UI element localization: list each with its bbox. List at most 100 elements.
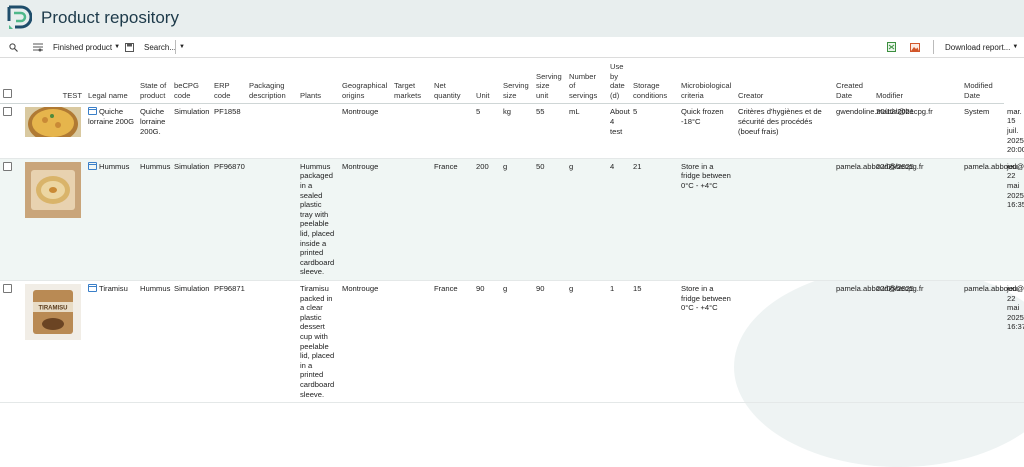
quiche-image[interactable]	[22, 104, 85, 158]
net-qty-cell: 200	[476, 161, 489, 171]
select-all-header[interactable]	[0, 60, 22, 105]
markets-cell: France	[434, 283, 458, 293]
becpg-logo[interactable]	[6, 4, 32, 32]
toolbar-separator	[175, 40, 176, 54]
row-checkbox[interactable]	[3, 283, 12, 293]
servings-cell: 4	[610, 161, 615, 171]
storage-cell: Quick frozen -18°C	[681, 107, 724, 126]
serving-cell: 90	[536, 283, 545, 293]
tiramisu-image[interactable]: TIRAMISU	[22, 280, 85, 402]
column-header[interactable]: Target markets	[391, 60, 431, 105]
unit-cell: g	[503, 161, 508, 171]
plants-cell: Montrouge	[342, 107, 379, 117]
column-header[interactable]: Use by date (d)	[607, 60, 630, 105]
code-cell: PF96871	[214, 283, 245, 293]
serving-cell: 55	[536, 107, 545, 117]
column-header[interactable]: Serving size unit	[533, 60, 566, 105]
download-report-label: Download report...	[945, 42, 1011, 52]
column-header[interactable]: Legal name	[85, 60, 137, 105]
column-header[interactable]: Serving size	[500, 60, 533, 105]
unit-cell: g	[503, 283, 508, 293]
toolbar: Finished product ▼ Search... ▼ Download …	[0, 37, 1024, 58]
creator-cell: gwendoline.martin@becpg.fr	[836, 107, 933, 117]
table-row[interactable]: TIRAMISU Tiramisu Hummus Simulation PF96…	[0, 280, 1024, 403]
micro-cell: Critères d'hygiènes et de sécurité des p…	[738, 107, 822, 136]
storage-cell: Store in a fridge between 0°C - +4°C	[681, 283, 731, 313]
use-by-cell: 5	[633, 107, 638, 117]
excel-export-icon[interactable]	[887, 37, 896, 57]
markets-cell	[431, 104, 473, 158]
search-caret-down-icon[interactable]: ▼	[177, 37, 185, 57]
code-cell: PF1858	[214, 107, 241, 117]
column-header[interactable]: Microbiological criteria	[678, 60, 735, 105]
unit-cell: kg	[503, 107, 512, 117]
serving-unit-cell: g	[569, 161, 574, 171]
erp-cell	[246, 104, 297, 158]
markets-cell: France	[434, 161, 458, 171]
packaging-cell: Tiramisu packed in a clear plastic desse…	[300, 283, 335, 399]
search-icon[interactable]	[9, 37, 18, 57]
column-header[interactable]: Modified Date	[961, 60, 1004, 105]
table-row[interactable]: Hummus Hummus Simulation PF96870 Hummus …	[0, 158, 1024, 281]
product-name-link[interactable]: Tiramisu	[99, 284, 128, 293]
column-header[interactable]: ERP code	[211, 60, 246, 105]
modifier-cell: System	[964, 107, 990, 117]
column-header[interactable]: TEST	[22, 60, 85, 105]
select-all-checkbox[interactable]	[3, 88, 12, 98]
modified-cell: jeu. 22 mai 2025 16:35:09	[1007, 161, 1024, 210]
column-header[interactable]: Creator	[735, 60, 833, 105]
column-header[interactable]: Number of servings	[566, 60, 607, 105]
app-header: Product repository	[0, 0, 1024, 37]
column-header[interactable]: Packaging description	[246, 60, 297, 105]
creator-cell: pamela.abboud@becpg.fr	[836, 283, 924, 293]
micro-cell	[735, 158, 833, 280]
geo-cell	[391, 158, 431, 280]
row-checkbox[interactable]	[3, 107, 12, 117]
plants-cell: Montrouge	[342, 283, 379, 293]
tiramisu-label: TIRAMISU	[39, 305, 68, 311]
save-icon[interactable]	[125, 37, 134, 57]
serving-cell: 50	[536, 161, 545, 171]
modifier-cell: pamela.abboud@becpg.fr	[964, 161, 1024, 171]
row-checkbox[interactable]	[3, 161, 12, 171]
state-cell: Simulation	[174, 107, 210, 117]
use-by-cell: 15	[633, 283, 642, 293]
column-header[interactable]: Plants	[297, 60, 339, 105]
caret-down-icon: ▼	[1012, 44, 1019, 50]
plants-cell: Montrouge	[342, 161, 379, 171]
table-row[interactable]: Quiche lorraine 200G Quiche lorraine 200…	[0, 104, 1024, 159]
search-dropdown[interactable]: Search...	[144, 37, 176, 57]
column-header[interactable]: Unit	[473, 60, 500, 105]
table-header-row: TEST Legal name State of product beCPG c…	[0, 60, 1024, 105]
packaging-cell	[297, 104, 339, 158]
hummus-image[interactable]	[22, 158, 85, 280]
column-header[interactable]: Created Date	[833, 60, 873, 105]
page-title: Product repository	[41, 8, 179, 27]
finished-product-label: Finished product	[53, 42, 113, 52]
geo-cell	[391, 104, 431, 158]
image-export-icon[interactable]	[910, 37, 920, 57]
state-cell: Simulation	[174, 161, 210, 171]
product-name-link[interactable]: Hummus	[99, 162, 129, 171]
finished-product-dropdown[interactable]: Finished product ▼	[53, 37, 120, 57]
column-header[interactable]: Geographical origins	[339, 60, 391, 105]
column-header[interactable]: Storage conditions	[630, 60, 678, 105]
filter-list-icon[interactable]	[33, 37, 43, 57]
serving-unit-cell: mL	[569, 107, 580, 117]
caret-down-icon: ▼	[114, 44, 121, 50]
servings-cell: 1	[610, 283, 615, 293]
use-by-cell: 21	[633, 161, 642, 171]
column-header[interactable]: beCPG code	[171, 60, 211, 105]
column-header[interactable]: Modifier	[873, 60, 961, 105]
creator-cell: pamela.abboud@becpg.fr	[836, 161, 924, 171]
modified-cell: mar. 15 juil. 2025 20:00:19	[1007, 106, 1024, 155]
column-header[interactable]: Net quantity	[431, 60, 473, 105]
product-icon	[88, 161, 97, 170]
erp-cell	[246, 158, 297, 280]
download-report-dropdown[interactable]: Download report... ▼	[945, 37, 1018, 57]
column-header[interactable]: State of product	[137, 60, 171, 105]
storage-cell: Store in a fridge between 0°C - +4°C	[681, 161, 731, 191]
net-qty-cell: 90	[476, 283, 485, 293]
created-cell: 22/05/2025	[876, 161, 915, 171]
product-icon	[88, 107, 97, 116]
